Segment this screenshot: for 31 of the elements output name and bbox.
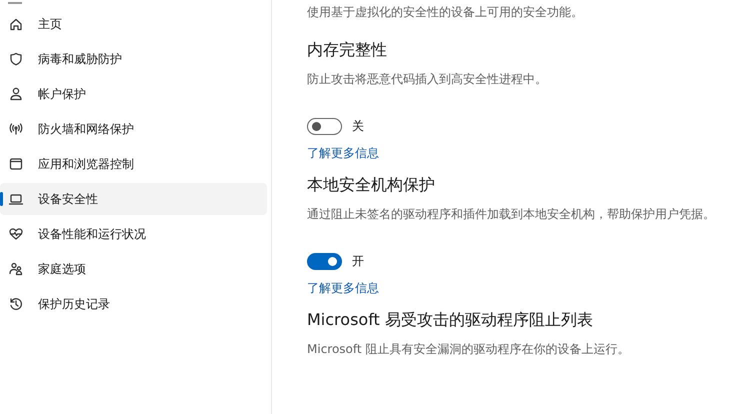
sidebar-item[interactable]: 家庭选项 xyxy=(0,253,267,285)
people-icon xyxy=(8,261,24,277)
sidebar-item[interactable]: 保护历史记录 xyxy=(0,288,267,320)
sidebar-item[interactable]: 应用和浏览器控制 xyxy=(0,148,267,180)
intro-text: 使用基于虚拟化的安全性的设备上可用的安全功能。 xyxy=(307,4,584,21)
section-description: Microsoft 阻止具有安全漏洞的驱动程序在你的设备上运行。 xyxy=(307,341,630,358)
toggle-switch[interactable] xyxy=(307,253,342,270)
section-title: Microsoft 易受攻击的驱动程序阻止列表 xyxy=(307,309,594,331)
toggle-label: 开 xyxy=(352,253,364,270)
sidebar-item[interactable]: 帐户保护 xyxy=(0,78,267,110)
section-title: 本地安全机构保护 xyxy=(307,174,436,196)
person-icon xyxy=(8,86,24,102)
sidebar-item[interactable]: 设备安全性 xyxy=(0,183,267,215)
sidebar-item[interactable]: 设备性能和运行状况 xyxy=(0,218,267,250)
home-icon xyxy=(8,16,24,32)
learn-more-link[interactable]: 了解更多信息 xyxy=(307,280,379,297)
toggle-label: 关 xyxy=(352,118,364,135)
selection-indicator xyxy=(0,192,3,206)
history-icon xyxy=(8,296,24,312)
browser-window-icon xyxy=(8,156,24,172)
section-description: 通过阻止未签名的驱动程序和插件加载到本地安全机构，帮助保护用户凭据。 xyxy=(307,206,716,223)
antenna-icon xyxy=(8,121,24,137)
shield-icon xyxy=(8,51,24,67)
sidebar-item[interactable]: 病毒和威胁防护 xyxy=(0,43,267,75)
section-description: 防止攻击将恶意代码插入到高安全性进程中。 xyxy=(307,71,548,88)
sidebar-item[interactable]: 防火墙和网络保护 xyxy=(0,113,267,145)
heart-pulse-icon xyxy=(8,226,24,242)
sidebar-item[interactable]: 主页 xyxy=(0,8,267,40)
section-title: 内存完整性 xyxy=(307,39,388,61)
learn-more-link[interactable]: 了解更多信息 xyxy=(307,145,379,162)
toggle-switch[interactable] xyxy=(307,118,342,135)
